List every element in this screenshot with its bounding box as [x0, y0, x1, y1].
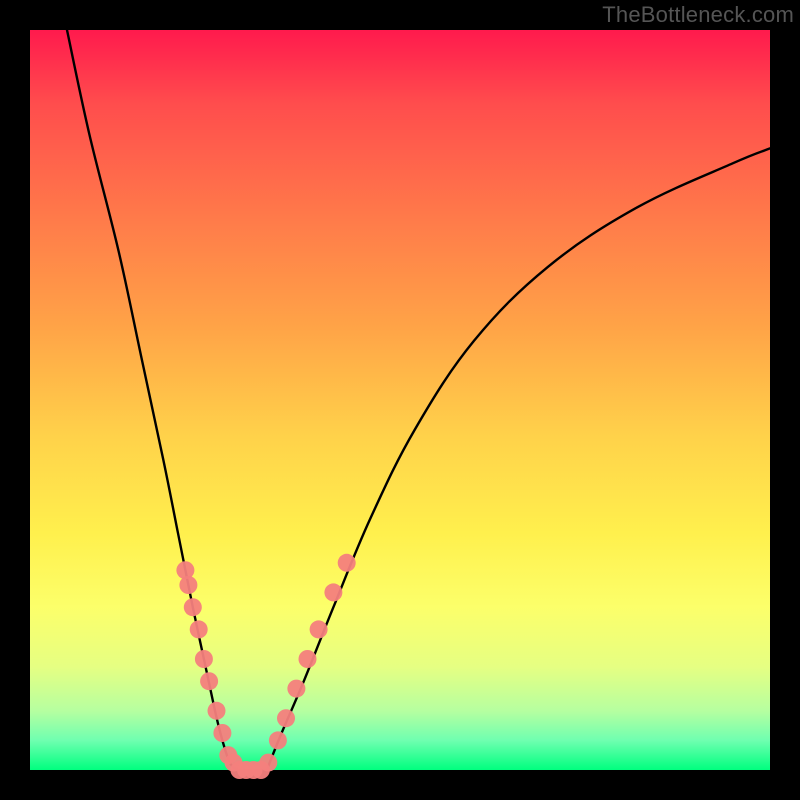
highlight-dot — [200, 672, 218, 690]
highlight-dot — [179, 576, 197, 594]
highlight-dot — [208, 702, 226, 720]
highlight-dot — [269, 731, 287, 749]
highlight-dot — [287, 680, 305, 698]
chart-frame: TheBottleneck.com — [0, 0, 800, 800]
highlight-dot — [213, 724, 231, 742]
highlight-dot — [324, 583, 342, 601]
highlight-dot — [195, 650, 213, 668]
highlight-dot — [299, 650, 317, 668]
highlight-dot — [190, 620, 208, 638]
highlight-dot — [338, 554, 356, 572]
highlight-dot — [176, 561, 194, 579]
curve-layer — [30, 30, 770, 770]
highlight-dot — [259, 754, 277, 772]
dot-group — [176, 554, 355, 779]
highlight-dot — [277, 709, 295, 727]
curve-group — [67, 30, 770, 770]
series-right-branch — [267, 148, 770, 770]
highlight-dot — [310, 620, 328, 638]
plot-area — [30, 30, 770, 770]
watermark-text: TheBottleneck.com — [602, 2, 794, 28]
highlight-dot — [184, 598, 202, 616]
